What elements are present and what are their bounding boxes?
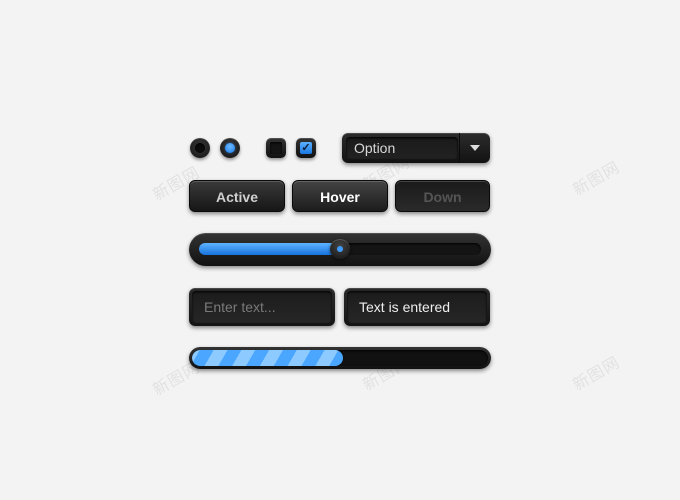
progress-fill — [192, 350, 343, 366]
slider-thumb[interactable] — [330, 239, 350, 259]
down-button[interactable]: Down — [395, 180, 490, 212]
text-input-value[interactable]: Text is entered — [347, 291, 487, 323]
progress-track — [192, 350, 488, 366]
dropdown-value: Option — [346, 137, 458, 159]
slider-fill — [199, 243, 340, 255]
slider[interactable] — [189, 233, 491, 266]
text-input-empty[interactable]: Enter text... — [189, 288, 335, 326]
text-input-placeholder[interactable]: Enter text... — [192, 291, 332, 323]
radio-dot-icon — [225, 143, 235, 153]
active-button[interactable]: Active — [189, 180, 285, 212]
watermark: 新图网 — [569, 352, 624, 395]
radio-checked[interactable] — [220, 138, 240, 158]
slider-track[interactable] — [199, 239, 481, 259]
chevron-down-icon — [470, 145, 480, 151]
progress-bar — [189, 347, 491, 369]
radio-dot-icon — [195, 143, 205, 153]
text-input-filled[interactable]: Text is entered — [344, 288, 490, 326]
watermark: 新图网 — [569, 157, 624, 200]
dropdown-toggle[interactable] — [459, 133, 490, 163]
option-dropdown[interactable]: Option — [342, 133, 490, 163]
checkmark-icon: ✓ — [300, 142, 312, 154]
checkbox-box-icon — [270, 142, 282, 154]
hover-button[interactable]: Hover — [292, 180, 388, 212]
radio-unchecked[interactable] — [190, 138, 210, 158]
checkbox-unchecked[interactable] — [266, 138, 286, 158]
checkbox-checked[interactable]: ✓ — [296, 138, 316, 158]
thumb-dot-icon — [337, 246, 343, 252]
